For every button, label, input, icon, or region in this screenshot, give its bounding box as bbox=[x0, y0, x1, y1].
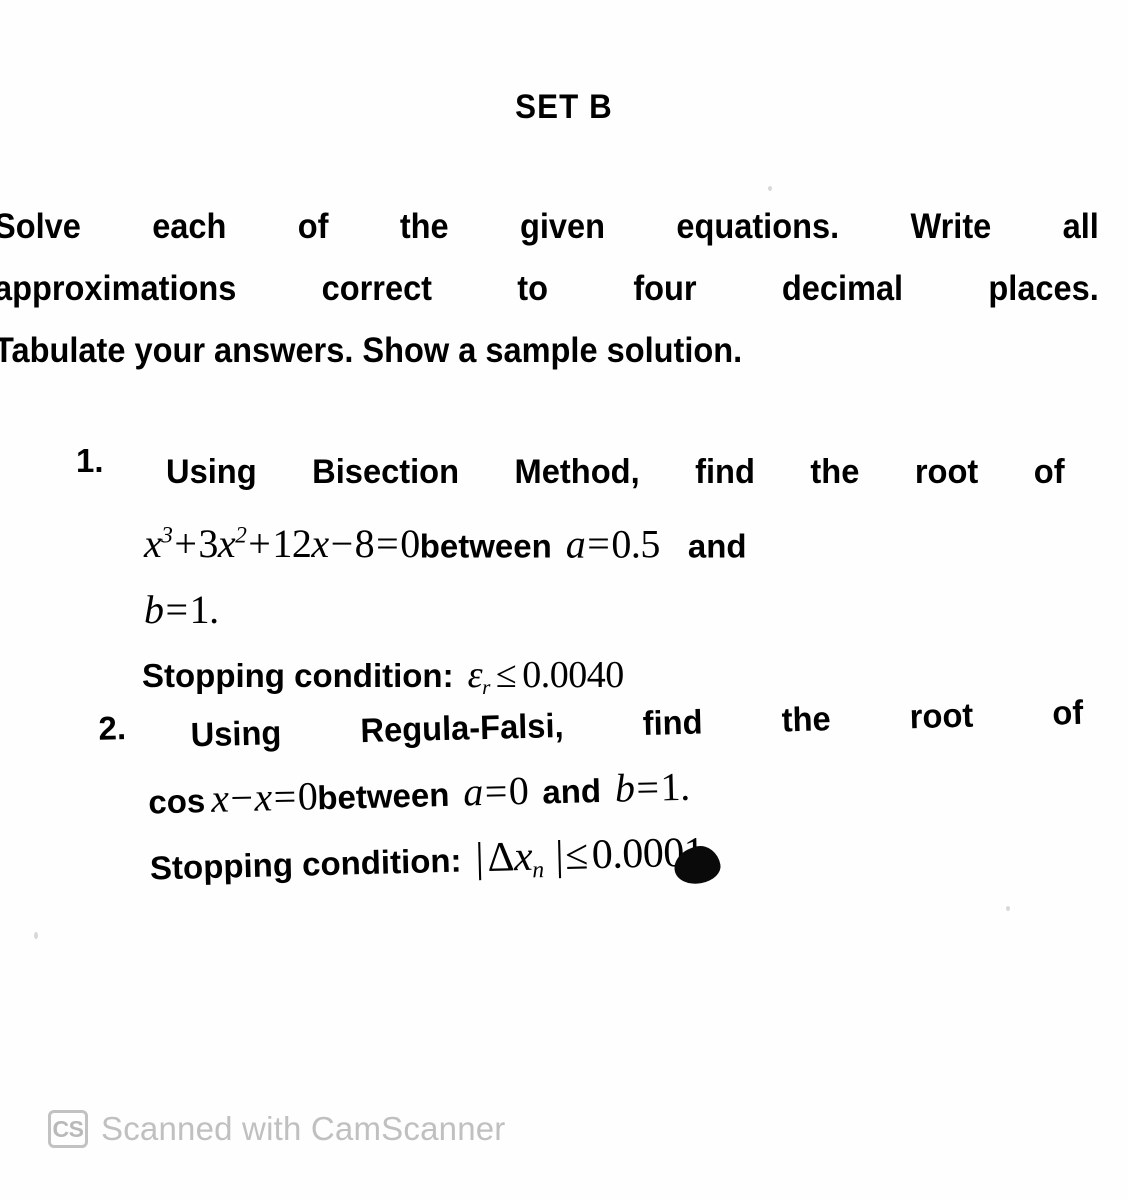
eq-exponent: 2 bbox=[235, 523, 247, 549]
heading-word: Bisection bbox=[312, 453, 460, 491]
intro-paragraph: Solve each of the given equations. Write… bbox=[0, 196, 1099, 382]
between-label: between bbox=[316, 775, 450, 817]
eq-var-x: x bbox=[144, 521, 162, 567]
eq-coefficient: 3 bbox=[198, 521, 218, 567]
tolerance-value: 0.0040 bbox=[522, 654, 624, 697]
bound-b-value: 1 bbox=[189, 587, 210, 633]
scanned-page: SET B Solve each of the given equations.… bbox=[0, 0, 1128, 1200]
eq-coefficient: 12 bbox=[272, 521, 312, 567]
camscanner-logo-icon: CS bbox=[48, 1110, 88, 1148]
heading-word: find bbox=[642, 703, 703, 743]
eq-zero: 0 bbox=[400, 521, 420, 567]
eq-equals: = bbox=[273, 773, 297, 820]
eq-operator: + bbox=[174, 521, 197, 567]
item-1-equation: x3+3x2+12x−8=0 bbox=[144, 521, 420, 566]
heading-word: Using bbox=[190, 714, 282, 755]
scan-speck bbox=[1006, 906, 1010, 911]
bound-a-name: a bbox=[565, 521, 586, 567]
stopping-expression-1: εr ≤0.0040 bbox=[467, 654, 625, 699]
intro-word: correct bbox=[321, 269, 433, 308]
eq-equals: = bbox=[376, 521, 399, 567]
intro-line-3: Tabulate your answers. Show a sample sol… bbox=[0, 331, 743, 370]
stopping-label: Stopping condition: bbox=[142, 657, 454, 695]
item-1-bound-b-line: b=1. bbox=[144, 578, 1102, 644]
and-label: and bbox=[687, 527, 747, 565]
item-2-equation: x−x=0 bbox=[205, 773, 318, 821]
intro-word: equations. bbox=[676, 207, 840, 246]
eq-var-x: x bbox=[311, 521, 329, 567]
eq-operator: − bbox=[330, 521, 354, 567]
bound-b-period: . bbox=[679, 763, 691, 810]
item-1-bound-a: a=0.5 bbox=[565, 521, 661, 567]
intro-word: places. bbox=[988, 269, 1099, 308]
bound-b-name: b bbox=[614, 765, 636, 811]
heading-word: Regula-Falsi, bbox=[359, 706, 565, 751]
stopping-label: Stopping condition: bbox=[149, 841, 462, 887]
intro-word: four bbox=[633, 269, 697, 308]
heading-word: root bbox=[914, 453, 979, 491]
eq-var-x: x bbox=[253, 774, 273, 820]
stopping-expression-2: |Δxn |≤0.0001 bbox=[475, 829, 705, 883]
bound-b-equals: = bbox=[165, 587, 189, 633]
abs-bar-close: | bbox=[554, 833, 564, 880]
intro-word: of bbox=[297, 207, 329, 246]
eq-zero: 0 bbox=[297, 773, 318, 819]
item-1-number: 1. bbox=[76, 442, 104, 479]
bound-a-value: 0 bbox=[508, 767, 529, 814]
relation-operator: ≤ bbox=[564, 832, 589, 879]
heading-word: of bbox=[1033, 453, 1065, 491]
eq-operator: − bbox=[229, 774, 254, 821]
eq-exponent: 3 bbox=[161, 523, 173, 549]
intro-word: Write bbox=[910, 207, 992, 246]
bound-a-value: 0.5 bbox=[611, 521, 660, 567]
intro-word: each bbox=[152, 207, 227, 246]
bound-a-name: a bbox=[462, 769, 484, 815]
heading-word: root bbox=[909, 696, 974, 737]
intro-word: the bbox=[399, 207, 449, 246]
relation-operator: ≤ bbox=[495, 654, 517, 697]
intro-word: to bbox=[517, 269, 549, 308]
item-2-bound-a: a=0 bbox=[463, 768, 529, 815]
delta-symbol: Δ bbox=[486, 834, 515, 881]
item-2-bound-b: b=1. bbox=[614, 764, 690, 811]
eq-var-x: x bbox=[217, 521, 236, 567]
bound-b-name: b bbox=[144, 587, 164, 633]
heading-word: find bbox=[695, 453, 755, 491]
eq-var-x: x bbox=[210, 775, 229, 821]
eq-operator: + bbox=[248, 521, 271, 567]
bound-b-equals: = bbox=[635, 764, 660, 811]
heading-word: Using bbox=[166, 453, 257, 491]
cos-function: cos bbox=[147, 782, 206, 821]
item-1-heading: Using Bisection Method, find the root of bbox=[166, 440, 1065, 504]
scan-speck bbox=[768, 186, 772, 191]
intro-line-1: Solve each of the given equations. Write… bbox=[0, 196, 1099, 258]
item-2-number: 2. bbox=[97, 709, 127, 747]
heading-word: Method, bbox=[514, 453, 640, 491]
intro-word: Solve bbox=[0, 207, 81, 246]
bound-a-equals: = bbox=[484, 768, 508, 814]
intro-word: given bbox=[520, 207, 606, 246]
delta-x-symbol: x bbox=[513, 833, 533, 881]
item-1-equation-line: x3+3x2+12x−8=0between a=0.5 and bbox=[144, 504, 1102, 578]
between-label: between bbox=[419, 527, 552, 565]
page-title: SET B bbox=[515, 88, 613, 126]
heading-word: of bbox=[1051, 693, 1084, 733]
intro-word: decimal bbox=[781, 269, 904, 308]
camscanner-watermark-text: Scanned with CamScanner bbox=[101, 1110, 506, 1147]
scan-speck bbox=[34, 932, 38, 939]
heading-word: the bbox=[810, 453, 860, 491]
and-label: and bbox=[541, 772, 602, 811]
epsilon-symbol: ε bbox=[467, 654, 483, 697]
intro-word: all bbox=[1062, 207, 1099, 246]
intro-word: approximations bbox=[0, 269, 237, 308]
eq-constant: 8 bbox=[354, 521, 375, 567]
item-1-bound-b: b=1. bbox=[144, 587, 219, 632]
camscanner-watermark: CS Scanned with CamScanner bbox=[48, 1110, 505, 1148]
bound-b-period: . bbox=[209, 587, 219, 633]
bound-a-equals: = bbox=[587, 521, 610, 567]
bound-b-value: 1 bbox=[659, 764, 681, 810]
heading-word: the bbox=[781, 700, 832, 740]
intro-line-2: approximations correct to four decimal p… bbox=[0, 258, 1099, 320]
